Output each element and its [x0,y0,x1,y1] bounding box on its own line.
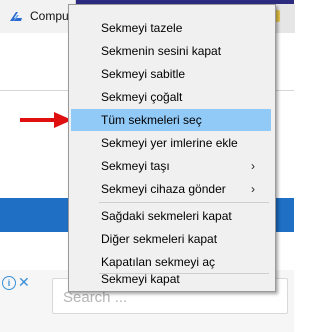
site-favicon-icon [10,12,22,21]
red-arrow-icon [20,112,72,128]
ad-close-icon[interactable]: ✕ [18,274,30,291]
menu-item-mute-tab[interactable]: Sekmenin sesini kapat [71,40,271,62]
tab-active[interactable]: Compu [0,0,76,33]
menu-item-move-tab[interactable]: Sekmeyi taşı › [71,155,271,177]
menu-item-send-tab-to-device[interactable]: Sekmeyi cihaza gönder › [71,178,271,200]
menu-item-close-tabs-right[interactable]: Sağdaki sekmeleri kapat [71,205,271,227]
ad-info-icon[interactable]: i [2,276,16,290]
menu-item-bookmark-tab[interactable]: Sekmeyi yer imlerine ekle [71,132,271,154]
menu-item-select-all-tabs[interactable]: Tüm sekmeleri seç [71,109,271,131]
menu-item-pin-tab[interactable]: Sekmeyi sabitle [71,63,271,85]
submenu-arrow-icon: › [251,159,255,173]
submenu-arrow-icon: › [251,182,255,196]
menu-item-close-tab[interactable]: Sekmeyi kapat [71,269,271,289]
tab-title: Compu [30,9,69,23]
menu-separator [99,202,269,203]
menu-item-close-other-tabs[interactable]: Diğer sekmeleri kapat [71,228,271,250]
tab-context-menu: Sekmeyi tazele Sekmenin sesini kapat Sek… [68,4,276,292]
menu-item-reload-tab[interactable]: Sekmeyi tazele [71,17,271,39]
menu-item-duplicate-tab[interactable]: Sekmeyi çoğalt [71,86,271,108]
